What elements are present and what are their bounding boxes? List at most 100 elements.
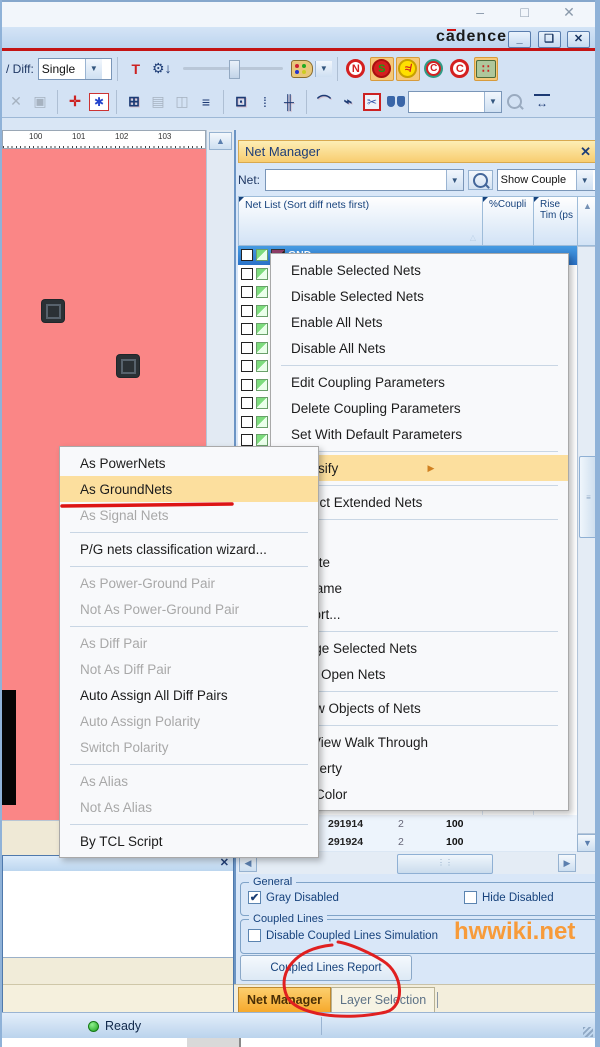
checkbox-unchecked-icon[interactable]: [464, 891, 477, 904]
net-filter-combobox[interactable]: ▼: [265, 169, 464, 191]
net-enabled-icon[interactable]: [256, 397, 268, 409]
palette-icon[interactable]: [291, 60, 313, 78]
chevron-down-icon[interactable]: ▼: [484, 92, 501, 112]
net-enabled-icon[interactable]: [256, 305, 268, 317]
measure-ruler-icon[interactable]: ↔: [527, 90, 557, 114]
close-icon[interactable]: ✕: [220, 858, 229, 869]
zoom-slider-thumb[interactable]: [229, 60, 240, 79]
net-enabled-icon[interactable]: [256, 323, 268, 335]
column-header-coupling[interactable]: %Coupli: [483, 197, 534, 245]
mdi-minimize-button[interactable]: _: [508, 31, 531, 48]
classify-menu-item-by-tcl-script[interactable]: By TCL Script: [60, 828, 318, 854]
net-enabled-icon[interactable]: [256, 249, 268, 261]
close-icon[interactable]: ✕: [580, 144, 591, 160]
coupled-lines-report-button[interactable]: Coupled Lines Report: [240, 955, 412, 981]
scroll-down-icon[interactable]: ▼: [577, 834, 598, 852]
signal-toggle[interactable]: S: [370, 57, 394, 81]
scroll-up-icon[interactable]: ▲: [209, 132, 232, 150]
show-couple-select[interactable]: Show Couple ▼: [497, 169, 598, 191]
net-enabled-icon[interactable]: [256, 342, 268, 354]
tab-layer-selection[interactable]: Layer Selection: [331, 987, 435, 1012]
column-header-netlist[interactable]: Net List (Sort diff nets first) △: [239, 197, 483, 245]
disable-coupled-lines-checkbox[interactable]: Disable Coupled Lines Simulation: [248, 929, 438, 942]
net-checkbox[interactable]: [241, 323, 253, 335]
net-enabled-icon[interactable]: [256, 416, 268, 428]
delete-icon[interactable]: ✕: [5, 90, 27, 114]
gear-icon[interactable]: ⚙↓: [150, 57, 174, 81]
classify-menu-item-not-as-alias[interactable]: Not As Alias: [60, 794, 318, 820]
context-menu-item-disable-selected-nets[interactable]: Disable Selected Nets: [271, 283, 568, 309]
net-checkbox[interactable]: [241, 249, 253, 261]
net-list-vertical-scrollbar[interactable]: ≡: [577, 246, 598, 834]
context-menu-item-set-with-default-parameters[interactable]: Set With Default Parameters: [271, 421, 568, 447]
mdi-close-button[interactable]: ✕: [567, 31, 590, 48]
image-view-icon[interactable]: ▤: [147, 90, 169, 114]
scrollbar-thumb[interactable]: ⋮⋮: [397, 854, 493, 874]
split-view-icon[interactable]: ◫: [171, 90, 193, 114]
diff-mode-select[interactable]: Single ▼: [38, 58, 112, 80]
scroll-up-icon[interactable]: ▲: [578, 197, 597, 245]
classify-menu-item-not-as-diff-pair[interactable]: Not As Diff Pair: [60, 656, 318, 682]
net-checkbox[interactable]: [241, 342, 253, 354]
classify-menu-item-not-as-power-ground-pair[interactable]: Not As Power-Ground Pair: [60, 596, 318, 622]
net-enabled-icon[interactable]: [256, 268, 268, 280]
classify-menu-item-as-power-ground-pair[interactable]: As Power-Ground Pair: [60, 570, 318, 596]
find-combobox[interactable]: ▼: [408, 91, 502, 113]
net-checkbox[interactable]: [241, 434, 253, 446]
classify-menu-item-switch-polarity[interactable]: Switch Polarity: [60, 734, 318, 760]
testpoint-icon[interactable]: T: [124, 57, 148, 81]
mdi-restore-button[interactable]: ❏: [538, 31, 561, 48]
context-menu-item-delete-coupling-parameters[interactable]: Delete Coupling Parameters: [271, 395, 568, 421]
component-chip[interactable]: [42, 300, 64, 322]
os-maximize-button[interactable]: □: [505, 0, 545, 25]
add-window-icon[interactable]: ⊞: [123, 90, 145, 114]
classify-menu-item-as-groundnets[interactable]: As GroundNets: [60, 476, 318, 502]
binoculars-search-icon[interactable]: [385, 90, 407, 114]
stackup-icon[interactable]: ⁞: [254, 90, 276, 114]
chevron-down-icon[interactable]: ▼: [85, 59, 102, 79]
coupling-c-toggle[interactable]: C: [422, 57, 446, 81]
net-checkbox[interactable]: [241, 397, 253, 409]
classify-menu-item-auto-assign-polarity[interactable]: Auto Assign Polarity: [60, 708, 318, 734]
net-highlight-toggle[interactable]: N: [344, 57, 368, 81]
context-menu-item-disable-all-nets[interactable]: Disable All Nets: [271, 335, 568, 361]
context-menu-item-enable-all-nets[interactable]: Enable All Nets: [271, 309, 568, 335]
context-menu-item-enable-selected-nets[interactable]: Enable Selected Nets: [271, 257, 568, 283]
add-via-icon[interactable]: ⊡: [230, 90, 252, 114]
classify-menu-item-auto-assign-all-diff-pairs[interactable]: Auto Assign All Diff Pairs: [60, 682, 318, 708]
component-chip[interactable]: [117, 355, 139, 377]
copy-icon[interactable]: ▣: [29, 90, 51, 114]
net-checkbox[interactable]: [241, 416, 253, 428]
tab-net-manager[interactable]: Net Manager: [238, 987, 331, 1012]
net-checkbox[interactable]: [241, 268, 253, 280]
net-checkbox[interactable]: [241, 360, 253, 372]
chevron-down-icon[interactable]: ▼: [576, 170, 593, 190]
net-checkbox[interactable]: [241, 305, 253, 317]
os-minimize-button[interactable]: –: [460, 0, 500, 25]
classify-menu-item-as-diff-pair[interactable]: As Diff Pair: [60, 630, 318, 656]
pair-edit-icon[interactable]: ╫: [278, 90, 300, 114]
scroll-right-icon[interactable]: ▶: [558, 854, 576, 872]
net-enabled-icon[interactable]: [256, 360, 268, 372]
zoom-slider[interactable]: [183, 67, 283, 70]
arc-probe-icon[interactable]: ⌒: [313, 90, 335, 114]
curve-probe-icon[interactable]: ⌁: [337, 90, 359, 114]
column-header-risetime[interactable]: Rise Tim (ps: [534, 197, 578, 245]
net-enabled-icon[interactable]: [256, 379, 268, 391]
add-probe-icon[interactable]: ✛: [64, 90, 86, 114]
net-checkbox[interactable]: [241, 286, 253, 298]
classify-menu-item-as-alias[interactable]: As Alias: [60, 768, 318, 794]
coupling-c2-toggle[interactable]: C: [448, 57, 472, 81]
checkbox-unchecked-icon[interactable]: [248, 929, 261, 942]
os-close-button[interactable]: ✕: [549, 0, 589, 25]
pads-toggle[interactable]: ∷: [474, 57, 498, 81]
net-enabled-icon[interactable]: [256, 286, 268, 298]
classify-menu-item-p-g-nets-classification-wizard[interactable]: P/G nets classification wizard...: [60, 536, 318, 562]
classify-menu-item-as-signal-nets[interactable]: As Signal Nets: [60, 502, 318, 528]
palette-dropdown-icon[interactable]: ▼: [315, 61, 332, 77]
scrollbar-thumb[interactable]: ≡: [579, 456, 598, 538]
chevron-down-icon[interactable]: ▼: [446, 170, 463, 190]
classify-menu-item-as-powernets[interactable]: As PowerNets: [60, 450, 318, 476]
star-net-icon[interactable]: ✱: [88, 90, 110, 114]
cut-area-icon[interactable]: ✂: [361, 90, 383, 114]
